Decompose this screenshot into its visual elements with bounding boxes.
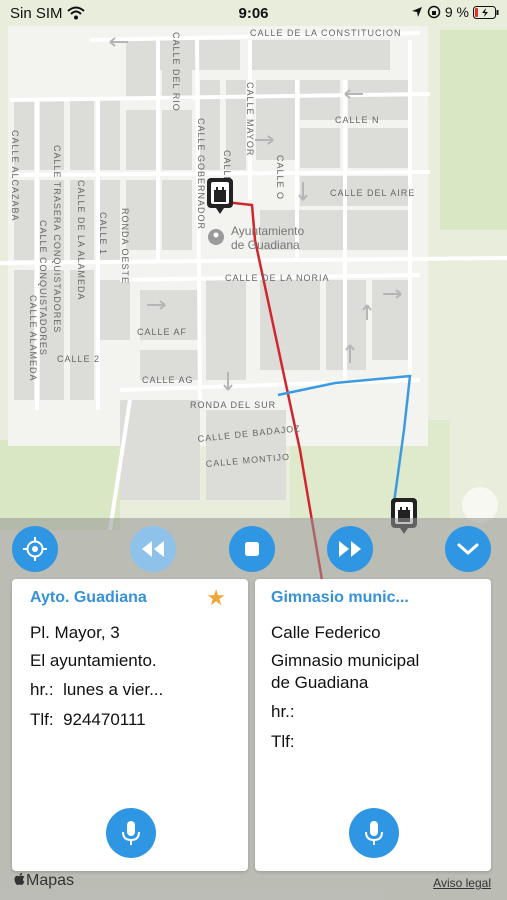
street-label: RONDA OESTE (120, 208, 130, 284)
hours-label: hr.: (271, 702, 295, 721)
phone-label: Tlf: (30, 710, 54, 729)
locate-icon (23, 537, 47, 561)
street-label: CALLE ALAMEDA (28, 295, 38, 382)
poi-card-ayuntamiento[interactable]: Ayto. Guadiana ★ Pl. Mayor, 3 El ayuntam… (12, 579, 248, 871)
poi-card-gimnasio[interactable]: Gimnasio munic... Calle Federico Gimnasi… (255, 579, 491, 871)
street-label: CALLE DEL RIO (171, 32, 181, 112)
street-label: CALLE CONQUISTADORES (38, 220, 48, 356)
street-label: RONDA DEL SUR (190, 400, 276, 410)
hours-label: hr.: (30, 680, 54, 699)
hours-value: lunes a vier... (63, 680, 164, 699)
card-title: Ayto. Guadiana (30, 589, 147, 606)
microphone-icon (365, 821, 383, 845)
street-label: CALLE ALCAZABA (10, 130, 20, 222)
phone-value[interactable]: 924470111 (63, 710, 146, 729)
locate-button[interactable] (12, 526, 58, 572)
card-description-line1: Gimnasio municipal (271, 651, 420, 670)
street-label: CALLE AF (137, 327, 187, 337)
stop-icon (245, 542, 259, 556)
maps-attribution: Mapas (14, 872, 74, 890)
card-description: El ayuntamiento. (30, 651, 157, 670)
fast-forward-icon (339, 541, 361, 557)
voice-button[interactable] (349, 808, 399, 858)
status-bar: Sin SIM 9:06 9 % (0, 0, 507, 28)
street-label: CALLE GOBERNADOR (196, 118, 206, 230)
legal-link[interactable]: Aviso legal (433, 876, 491, 890)
street-label: CALLE AG (142, 375, 194, 385)
rotation-lock-icon (427, 5, 441, 19)
fast-forward-button[interactable] (327, 526, 373, 572)
card-phone: Tlf: 924470111 (30, 710, 146, 730)
landmark-label-2: de Guadiana (231, 238, 300, 252)
rewind-button[interactable] (130, 526, 176, 572)
street-label: CALLE DE LA NORIA (225, 273, 330, 283)
microphone-icon (122, 821, 140, 845)
phone-label: Tlf: (271, 732, 295, 751)
voice-button[interactable] (106, 808, 156, 858)
card-hours: hr.: lunes a vier... (30, 680, 163, 700)
street-label: CALLE N (335, 115, 380, 125)
street-label: CALLE 1 (98, 212, 108, 255)
street-label: CALLE DE LA CONSTITUCION (250, 28, 402, 38)
street-label: CALLE O (275, 155, 285, 200)
chevron-down-icon (457, 543, 479, 555)
rewind-icon (142, 541, 164, 557)
street-label: CALLE DEL AIRE (330, 188, 415, 198)
landmark-label: Ayuntamiento (231, 224, 304, 238)
battery-percent: 9 % (444, 4, 469, 20)
location-arrow-icon (411, 7, 422, 17)
street-label: CALLE TRASERA CONQUISTADORES (52, 145, 62, 333)
street-label: CALLE DE LA ALAMEDA (76, 180, 86, 301)
battery-icon (473, 5, 499, 19)
star-icon[interactable]: ★ (206, 585, 226, 611)
street-label: CALLE 2 (57, 354, 100, 364)
card-address: Calle Federico (271, 623, 381, 642)
apple-logo-icon (14, 872, 25, 885)
card-address: Pl. Mayor, 3 (30, 623, 120, 642)
maps-label: Mapas (26, 872, 75, 889)
stop-button[interactable] (229, 526, 275, 572)
street-label: CALLE MAYOR (245, 82, 255, 156)
collapse-button[interactable] (445, 526, 491, 572)
card-title: Gimnasio munic... (271, 589, 409, 606)
card-description-line2: de Guadiana (271, 673, 369, 692)
